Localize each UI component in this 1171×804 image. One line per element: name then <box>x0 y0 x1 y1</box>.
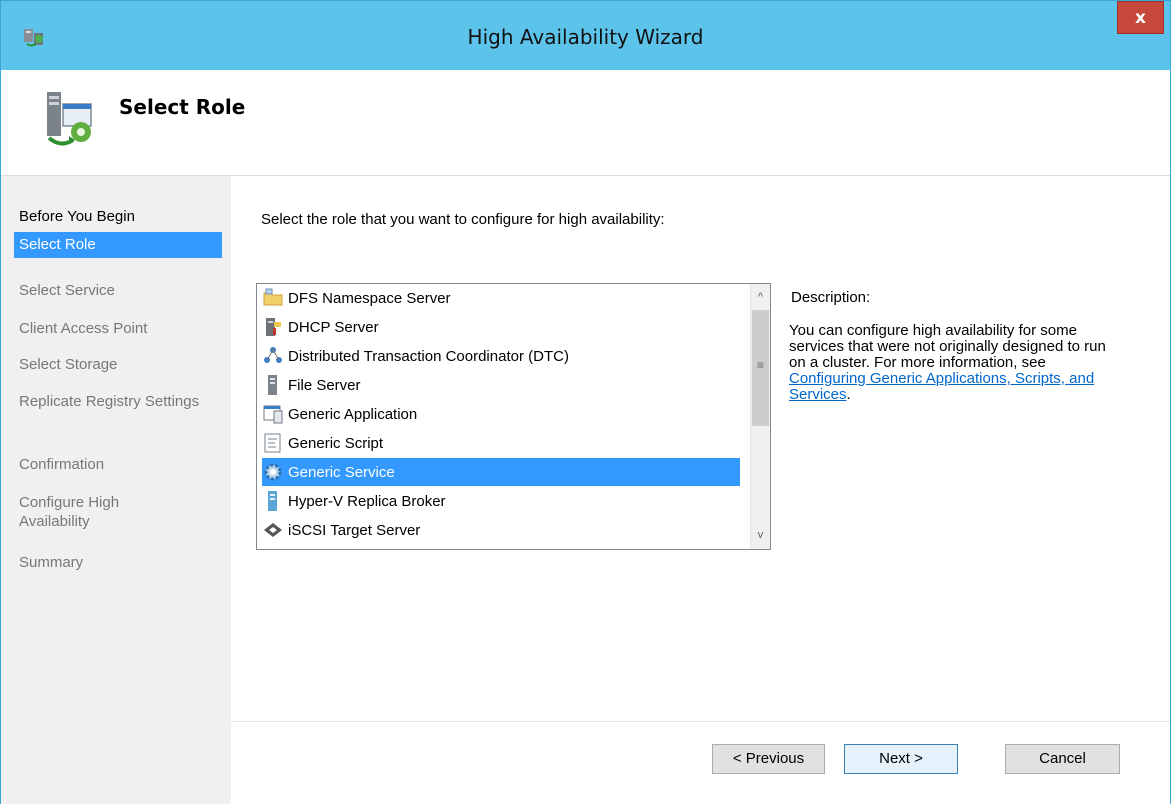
description-body: You can configure high availability for … <box>789 322 1106 371</box>
scroll-down-icon[interactable]: v <box>751 526 770 545</box>
step-select-role[interactable]: Select Role <box>14 232 222 258</box>
server-tower-icon <box>262 490 284 512</box>
steps-sidebar: Before You Begin Select Role Select Serv… <box>1 176 231 804</box>
role-item-dfs-namespace-server[interactable]: DFS Namespace Server <box>262 284 740 312</box>
step-before-you-begin[interactable]: Before You Begin <box>14 207 222 226</box>
role-label: Generic Script <box>288 434 384 452</box>
role-prompt: Select the role that you want to configu… <box>261 211 665 228</box>
role-list-scrollbar[interactable]: ^ ≡ v <box>750 284 770 549</box>
step-client-access-point: Client Access Point <box>19 320 148 337</box>
role-item-hyper-v-replica-broker[interactable]: Hyper-V Replica Broker <box>262 487 740 515</box>
role-label: Hyper-V Replica Broker <box>288 492 446 510</box>
dhcp-server-icon <box>262 316 284 338</box>
page-title: Select Role <box>119 95 246 119</box>
role-item-generic-application[interactable]: Generic Application <box>262 400 740 428</box>
configuring-generic-link[interactable]: Configuring Generic Applications, Script… <box>789 370 1094 403</box>
role-item-dtc[interactable]: Distributed Transaction Coordinator (DTC… <box>262 342 740 370</box>
scroll-thumb[interactable]: ≡ <box>752 310 769 426</box>
wizard-window: High Availability Wizard x Select Role B… <box>0 0 1171 804</box>
close-icon: x <box>1135 8 1146 28</box>
role-listbox[interactable]: DFS Namespace Server DHCP Server Distrib… <box>256 283 771 550</box>
next-button[interactable]: Next > <box>844 744 958 774</box>
title-bar[interactable]: High Availability Wizard x <box>1 1 1170 70</box>
gear-icon <box>262 461 284 483</box>
window-title: High Availability Wizard <box>467 25 704 49</box>
iscsi-target-icon <box>262 519 284 541</box>
role-item-file-server[interactable]: File Server <box>262 371 740 399</box>
description-text: You can configure high availability for … <box>789 323 1109 403</box>
close-button[interactable]: x <box>1117 1 1164 34</box>
role-label: Generic Application <box>288 405 418 423</box>
step-confirmation: Confirmation <box>19 456 105 473</box>
main-content: Select the role that you want to configu… <box>231 176 1170 804</box>
file-server-icon <box>262 374 284 396</box>
folder-icon <box>262 287 284 309</box>
role-label: DHCP Server <box>288 318 379 336</box>
previous-button[interactable]: < Previous <box>712 744 825 774</box>
role-item-generic-script[interactable]: Generic Script <box>262 429 740 457</box>
role-item-generic-service[interactable]: Generic Service <box>262 458 740 486</box>
step-select-service: Select Service <box>19 282 115 299</box>
cluster-server-icon <box>39 88 103 150</box>
role-label: Distributed Transaction Coordinator (DTC… <box>288 347 569 365</box>
grip-icon: ≡ <box>756 358 764 372</box>
role-label: iSCSI Target Server <box>288 521 421 539</box>
cancel-button[interactable]: Cancel <box>1005 744 1120 774</box>
step-summary: Summary <box>19 554 84 571</box>
role-item-dhcp-server[interactable]: DHCP Server <box>262 313 740 341</box>
dtc-icon <box>262 345 284 367</box>
script-icon <box>262 432 284 454</box>
role-label: DFS Namespace Server <box>288 289 451 307</box>
description-suffix: . <box>846 386 851 403</box>
footer-divider <box>231 721 1170 722</box>
step-select-storage: Select Storage <box>19 356 118 373</box>
description-heading: Description: <box>791 289 871 306</box>
application-window-icon <box>262 403 284 425</box>
step-configure-high-availability: Configure High Availability <box>19 494 120 530</box>
wizard-header: Select Role <box>1 70 1170 176</box>
role-item-iscsi-target-server[interactable]: iSCSI Target Server <box>262 516 740 544</box>
step-replicate-registry-settings: Replicate Registry Settings <box>19 393 200 410</box>
role-label: File Server <box>288 376 361 394</box>
scroll-up-icon[interactable]: ^ <box>751 288 770 307</box>
role-label: Generic Service <box>288 463 395 481</box>
